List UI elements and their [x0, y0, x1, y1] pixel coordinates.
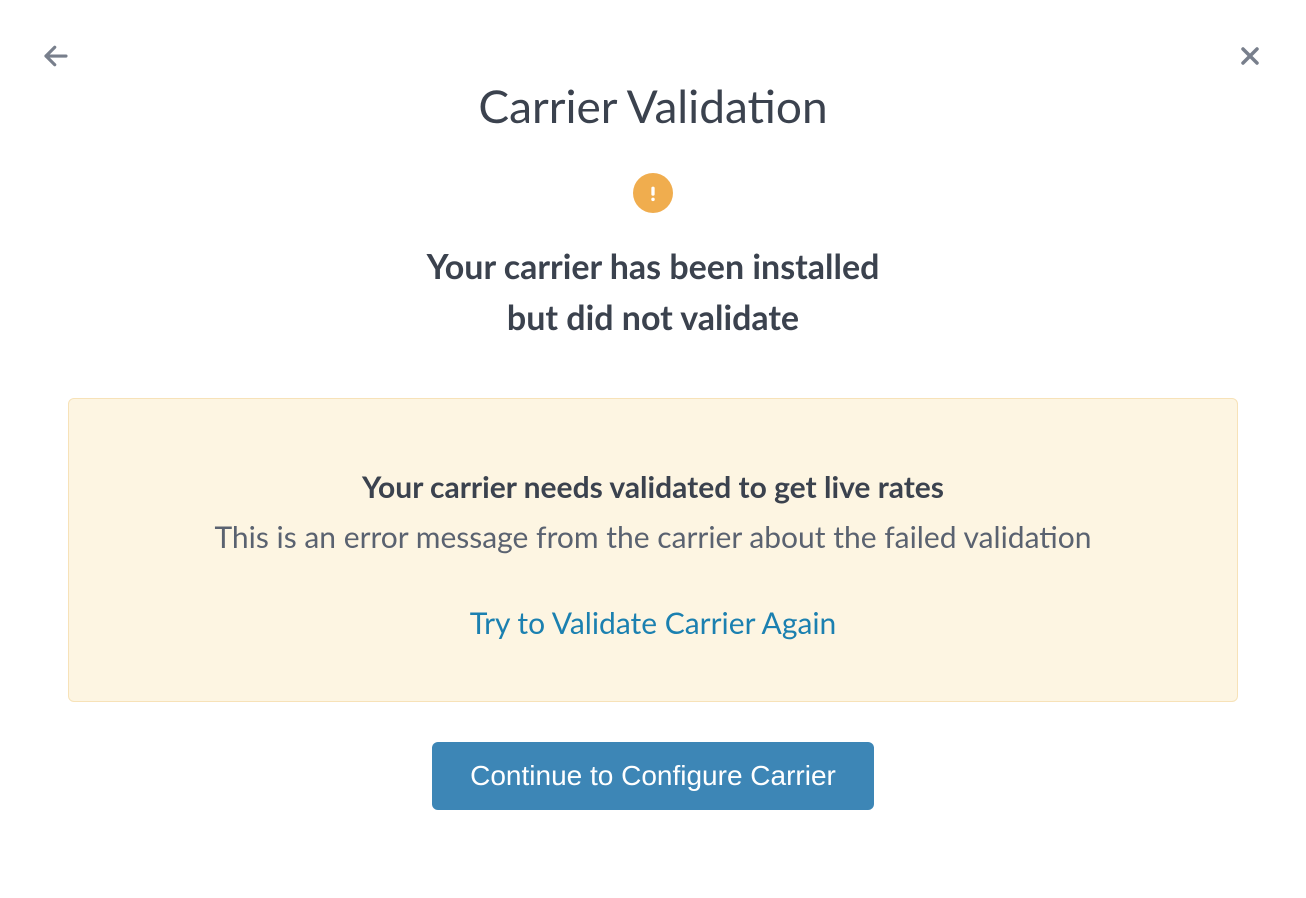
modal-title: Carrier Validation — [40, 78, 1266, 133]
close-icon — [1236, 42, 1264, 70]
continue-configure-button[interactable]: Continue to Configure Carrier — [432, 742, 874, 810]
alert-heading: Your carrier needs validated to get live… — [109, 469, 1197, 505]
validation-alert: Your carrier needs validated to get live… — [68, 398, 1238, 702]
button-wrap: Continue to Configure Carrier — [40, 702, 1266, 810]
warning-icon-wrap — [40, 173, 1266, 213]
carrier-validation-modal: Carrier Validation Your carrier has been… — [0, 0, 1306, 898]
close-button[interactable] — [1234, 40, 1266, 72]
back-button[interactable] — [40, 40, 72, 72]
retry-validate-link[interactable]: Try to Validate Carrier Again — [470, 605, 837, 641]
subtitle-line-1: Your carrier has been installed — [427, 246, 880, 287]
alert-message: This is an error message from the carrie… — [109, 519, 1197, 555]
modal-subtitle: Your carrier has been installed but did … — [40, 241, 1266, 343]
arrow-left-icon — [41, 41, 71, 71]
warning-icon — [633, 173, 673, 213]
subtitle-line-2: but did not validate — [507, 297, 799, 338]
modal-content: Carrier Validation Your carrier has been… — [0, 78, 1306, 810]
